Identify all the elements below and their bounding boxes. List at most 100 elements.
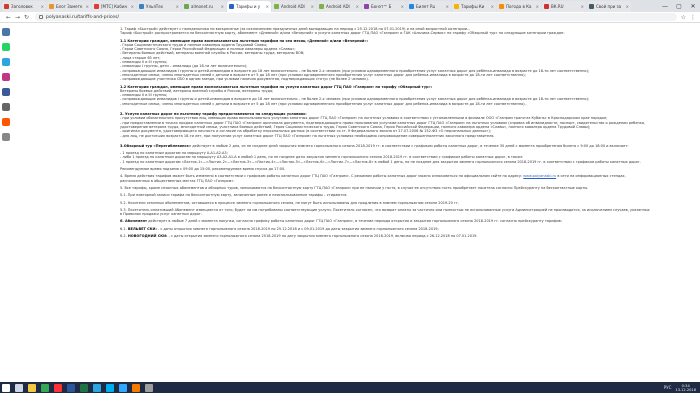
instagram-icon[interactable]: [2, 73, 10, 81]
tab-favicon-icon: [184, 4, 189, 9]
back-icon[interactable]: ←: [4, 14, 13, 21]
explorer-icon[interactable]: [28, 383, 36, 392]
paragraph: 3.Обзорный тур «Перегиблезинск» действуе…: [120, 143, 629, 148]
tab-title: Бонэт™ Б: [371, 4, 392, 9]
tab-close-icon[interactable]: ×: [581, 4, 584, 9]
skype-icon[interactable]: [106, 383, 114, 392]
paragraph: 4. Время действия тарифов может быть изм…: [120, 174, 626, 183]
tab-close-icon[interactable]: ×: [86, 4, 89, 9]
tab-title: Android ADI: [326, 4, 350, 9]
browser-tab[interactable]: Заголовок ×: [2, 1, 46, 12]
tab-close-icon[interactable]: ×: [221, 4, 224, 9]
tab-favicon-icon: [454, 4, 459, 9]
mail-icon[interactable]: [2, 103, 10, 111]
settings-icon[interactable]: [2, 133, 10, 141]
tab-favicon-icon: [364, 4, 369, 9]
tab-favicon-icon: [409, 4, 414, 9]
vk-icon[interactable]: [2, 28, 10, 36]
browser-tab[interactable]: Блог Заметк ×: [47, 1, 91, 12]
tab-title: Блог Заметк: [56, 4, 83, 9]
tab-title: almonet.ru: [191, 4, 213, 9]
taskbar: РУС 0:34 13.12.2018: [0, 382, 700, 393]
chrome-icon[interactable]: [41, 383, 49, 392]
paragraph: 6.2. НОВОГОДНИЙ СКИ: - с даты открытия з…: [120, 233, 478, 238]
facebook-icon[interactable]: [2, 88, 10, 96]
telegram-icon[interactable]: [93, 383, 101, 392]
tab-title: УльяТех: [146, 4, 164, 9]
tab-close-icon[interactable]: ×: [536, 4, 539, 9]
word-icon[interactable]: [67, 383, 75, 392]
yandex-icon[interactable]: [54, 383, 62, 392]
list-2: Ветераны боевых действий, ветераны военн…: [120, 89, 650, 106]
browser-tab[interactable]: [МТС] Кабин ×: [92, 1, 136, 12]
tab-favicon-icon: [94, 4, 99, 9]
browser-toolbar: ← → ↻ polyanaski.ru/tariffs-and-prices/ …: [0, 12, 700, 23]
browser-tab[interactable]: ВК.RU ×: [542, 1, 586, 12]
music-icon[interactable]: [2, 118, 10, 126]
browser-tab[interactable]: Бонэт™ Б ×: [362, 1, 406, 12]
tab-title: Билет Ru: [416, 4, 436, 9]
tab-close-icon[interactable]: ×: [401, 4, 404, 9]
tab-title: Заголовок: [11, 4, 33, 9]
reload-icon[interactable]: ↻: [22, 14, 31, 21]
forward-icon[interactable]: →: [13, 14, 22, 21]
whatsapp-icon[interactable]: [2, 43, 10, 51]
tab-title: Тарифы Ки: [461, 4, 485, 9]
tab-close-icon[interactable]: ×: [446, 4, 449, 9]
bookmark-star-icon[interactable]: ☆: [681, 14, 686, 21]
browser-tab-strip: Заголовок × Блог Заметк × [МТС] Кабин × УльяТе…: [0, 0, 700, 12]
tab-close-icon[interactable]: ×: [491, 4, 494, 9]
maximize-button[interactable]: ▢: [672, 0, 686, 12]
browser-tab[interactable]: almonet.ru ×: [182, 1, 226, 12]
telegram-icon[interactable]: [2, 58, 10, 66]
tab-title: Погода в Ка: [506, 4, 532, 9]
tab-close-icon[interactable]: ×: [131, 4, 134, 9]
list-item: - при условии обязательного присутствия …: [120, 116, 608, 121]
search-icon[interactable]: [15, 383, 23, 392]
browser-tab[interactable]: Погода в Ка ×: [497, 1, 541, 12]
browser-tab[interactable]: Билет Ru ×: [407, 1, 451, 12]
tab-favicon-icon: [499, 4, 504, 9]
window-controls: — ▢ ✕: [658, 0, 700, 12]
social-sidebar: [0, 24, 12, 382]
close-window-button[interactable]: ✕: [686, 0, 700, 12]
page-content: 1. Тариф «Быстрый» действует с понедельн…: [120, 24, 650, 382]
minimize-button[interactable]: —: [658, 0, 672, 12]
address-url: polyanaski.ru/tariffs-and-prices/: [46, 14, 120, 20]
tab-favicon-icon: [589, 4, 594, 9]
tab-title: [МТС] Кабин: [101, 4, 128, 9]
menu-icon[interactable]: ⋮: [690, 14, 696, 21]
address-bar[interactable]: polyanaski.ru/tariffs-and-prices/: [35, 13, 677, 21]
browser-tab[interactable]: Android ADI ×: [272, 1, 316, 12]
browser-tab[interactable]: УльяТех ×: [137, 1, 181, 12]
tab-close-icon[interactable]: ×: [176, 4, 179, 9]
list-item: - 1 проезд по канатным дорогам «Ластик-1…: [120, 159, 641, 164]
clock[interactable]: 0:34 13.12.2018: [675, 384, 696, 392]
list-4: - 1 проезд по канатным дорогам по маршру…: [120, 151, 650, 164]
tab-title: Android ADI: [281, 4, 305, 9]
excel-icon[interactable]: [80, 383, 88, 392]
tab-favicon-icon: [49, 4, 54, 9]
paragraph: 5. Все тарифы, кроме сезонных абонементо…: [120, 185, 589, 190]
photoshop-icon[interactable]: [119, 383, 127, 392]
browser-tab[interactable]: Android ADI ×: [317, 1, 361, 12]
paragraph: 5.3. Посетитель оплативший Абонемент изв…: [120, 207, 650, 217]
tab-close-icon[interactable]: ×: [311, 4, 314, 9]
calc-icon[interactable]: [145, 383, 153, 392]
tab-favicon-icon: [544, 4, 549, 9]
media-icon[interactable]: [132, 383, 140, 392]
tab-close-icon[interactable]: ×: [626, 4, 629, 9]
tab-close-icon[interactable]: ×: [356, 4, 359, 9]
site-link[interactable]: www.polyanaski.ru: [523, 174, 556, 178]
windows-start-icon[interactable]: [2, 383, 10, 392]
language-indicator[interactable]: РУС: [664, 385, 672, 390]
list-item: - при предоставлении в точках продаж кан…: [120, 120, 646, 129]
browser-tab[interactable]: Тарифы Ки ×: [452, 1, 496, 12]
browser-tab[interactable]: Тарифы и у ×: [227, 1, 271, 12]
tab-title: Тарифы и у: [236, 4, 261, 9]
tab-close-icon[interactable]: ×: [266, 4, 269, 9]
clock-date: 13.12.2018: [675, 387, 696, 392]
tab-favicon-icon: [139, 4, 144, 9]
browser-tab[interactable]: Свой при за ×: [587, 1, 631, 12]
tab-close-icon[interactable]: ×: [41, 4, 44, 9]
